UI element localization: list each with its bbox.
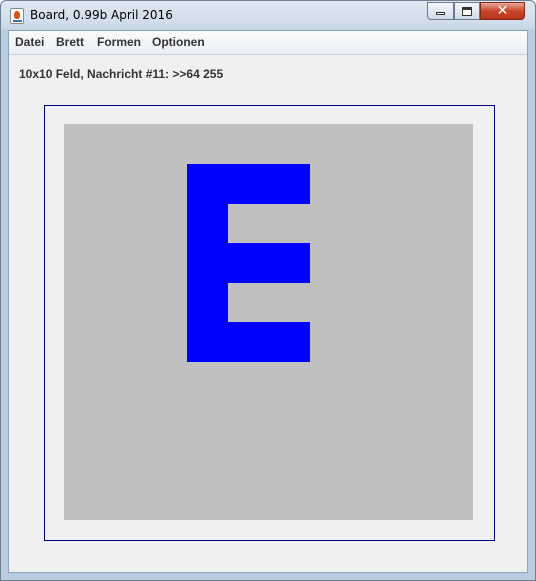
board-cell-filled[interactable] xyxy=(228,164,269,204)
maximize-icon xyxy=(462,6,472,16)
minimize-button[interactable] xyxy=(427,2,454,20)
close-button[interactable]: ✕ xyxy=(480,2,525,20)
client-area: Datei Brett Formen Optionen 10x10 Feld, … xyxy=(8,30,528,573)
window-title: Board, 0.99b April 2016 xyxy=(30,8,173,22)
board-cell-filled[interactable] xyxy=(269,322,310,362)
menu-datei[interactable]: Datei xyxy=(15,35,44,49)
board-cell-filled[interactable] xyxy=(269,164,310,204)
close-icon: ✕ xyxy=(496,3,509,19)
board-cell-filled[interactable] xyxy=(228,243,269,283)
board-cell-filled[interactable] xyxy=(269,243,310,283)
board-cell-filled[interactable] xyxy=(187,203,228,243)
app-window: Board, 0.99b April 2016 ✕ Datei Brett Fo… xyxy=(0,0,536,581)
board-cell-filled[interactable] xyxy=(187,164,228,204)
board-grid[interactable] xyxy=(64,124,473,520)
menu-bar: Datei Brett Formen Optionen xyxy=(9,31,527,55)
board-cell-filled[interactable] xyxy=(228,322,269,362)
board-cell-filled[interactable] xyxy=(187,243,228,283)
menu-brett[interactable]: Brett xyxy=(56,35,84,49)
board-frame xyxy=(44,105,495,541)
menu-optionen[interactable]: Optionen xyxy=(152,35,205,49)
java-cup-icon xyxy=(10,8,24,24)
minimize-icon xyxy=(436,12,445,15)
board-cell-filled[interactable] xyxy=(187,282,228,322)
maximize-button[interactable] xyxy=(454,2,480,20)
menu-formen[interactable]: Formen xyxy=(97,35,141,49)
status-message: 10x10 Feld, Nachricht #11: >>64 255 xyxy=(19,67,224,81)
title-bar[interactable]: Board, 0.99b April 2016 ✕ xyxy=(1,1,535,30)
board-cell-filled[interactable] xyxy=(187,322,228,362)
